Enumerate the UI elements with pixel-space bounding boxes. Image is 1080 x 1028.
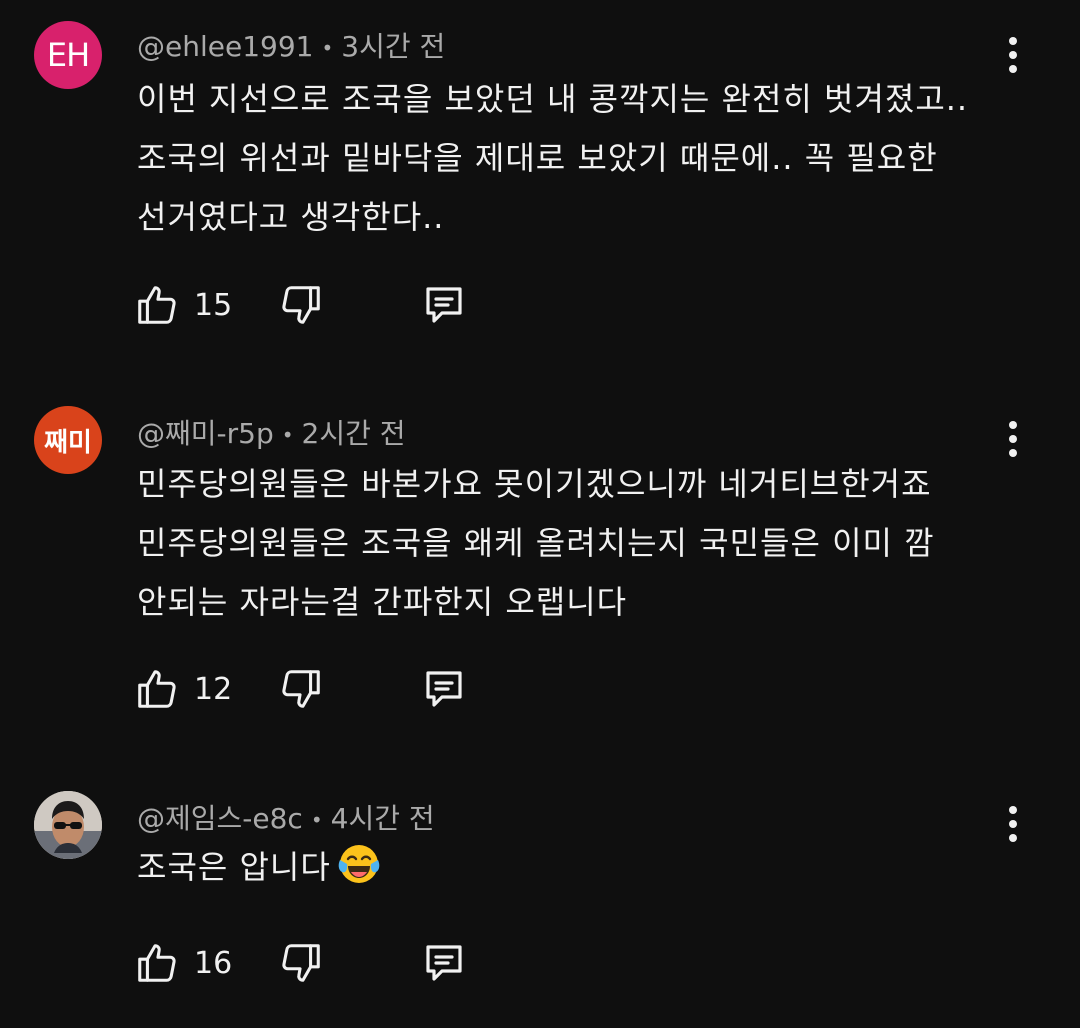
more-vert-icon	[1009, 806, 1017, 814]
reply-button[interactable]	[420, 939, 468, 987]
avatar[interactable]: 째미	[34, 406, 102, 474]
author-handle[interactable]: @ehlee1991	[137, 30, 313, 63]
dislike-button[interactable]	[278, 666, 324, 712]
more-vert-icon-dot	[1009, 435, 1017, 443]
comment-line: 조국의 위선과 밑바닥을 제대로 보았기 때문에.. 꼭 필요한	[137, 139, 938, 177]
dislike-button[interactable]	[278, 282, 324, 328]
avatar-photo-icon	[34, 791, 102, 859]
comment-line: 조국은 압니다	[137, 838, 987, 897]
avatar-initials: EH	[46, 36, 90, 74]
thumbs-down-icon	[282, 286, 320, 324]
comment-meta: @제임스-e8c • 4시간 전	[137, 797, 435, 837]
face-with-tears-of-joy-icon	[338, 845, 380, 883]
like-button[interactable]: 12	[134, 666, 278, 712]
comment-line-text: 조국은 압니다	[137, 848, 331, 886]
avatar[interactable]: EH	[34, 21, 102, 89]
more-vert-icon-dot	[1009, 65, 1017, 73]
more-options-button[interactable]	[996, 415, 1030, 463]
comment-meta: @ehlee1991 • 3시간 전	[137, 25, 445, 65]
comment-actions: 12	[134, 664, 468, 714]
more-vert-icon-dot	[1009, 834, 1017, 842]
comment-line: 이번 지선으로 조국을 보았던 내 콩깍지는 완전히 벗겨졌고..	[137, 80, 969, 118]
separator-dot: •	[281, 423, 294, 447]
thumbs-up-icon	[138, 286, 176, 324]
reply-icon	[426, 945, 462, 981]
timestamp[interactable]: 2시간 전	[302, 417, 406, 450]
more-options-button[interactable]	[996, 31, 1030, 79]
more-vert-icon-dot	[1009, 449, 1017, 457]
like-count: 16	[194, 945, 233, 981]
separator-dot: •	[321, 36, 334, 60]
reply-icon	[426, 287, 462, 323]
thumbs-up-icon	[138, 670, 176, 708]
comment-line: 선거였다고 생각한다..	[137, 198, 445, 236]
more-vert-icon	[1009, 37, 1017, 45]
more-vert-icon-dot	[1009, 820, 1017, 828]
more-vert-icon	[1009, 421, 1017, 429]
comment-actions: 16	[134, 938, 468, 988]
dislike-button[interactable]	[278, 940, 324, 986]
separator-dot: •	[310, 808, 323, 832]
thumbs-down-icon	[282, 670, 320, 708]
comment-text: 민주당의원들은 바본가요 못이기겠으니까 네거티브한거죠 민주당의원들은 조국을…	[137, 455, 987, 632]
avatar-initials: 째미	[44, 427, 92, 458]
thumbs-up-icon	[138, 944, 176, 982]
comment-meta: @째미-r5p • 2시간 전	[137, 412, 406, 452]
like-button[interactable]: 15	[134, 282, 278, 328]
avatar[interactable]	[34, 791, 102, 859]
author-handle[interactable]: @제임스-e8c	[137, 802, 303, 835]
comment-text: 조국은 압니다	[137, 838, 987, 897]
more-vert-icon-dot	[1009, 51, 1017, 59]
reply-icon	[426, 671, 462, 707]
reply-button[interactable]	[420, 665, 468, 713]
comment-actions: 15	[134, 280, 468, 330]
comment-line: 민주당의원들은 조국을 왜케 올려치는지 국민들은 이미 깜	[137, 524, 935, 562]
more-options-button[interactable]	[996, 800, 1030, 848]
author-handle[interactable]: @째미-r5p	[137, 417, 274, 450]
timestamp[interactable]: 4시간 전	[331, 802, 435, 835]
timestamp[interactable]: 3시간 전	[341, 30, 445, 63]
comment-line: 안되는 자라는걸 간파한지 오랩니다	[137, 583, 628, 621]
comment-text: 이번 지선으로 조국을 보았던 내 콩깍지는 완전히 벗겨졌고.. 조국의 위선…	[137, 70, 987, 247]
comment-line: 민주당의원들은 바본가요 못이기겠으니까 네거티브한거죠	[137, 465, 932, 503]
like-button[interactable]: 16	[134, 940, 278, 986]
like-count: 15	[194, 287, 233, 323]
like-count: 12	[194, 671, 233, 707]
reply-button[interactable]	[420, 281, 468, 329]
thumbs-down-icon	[282, 944, 320, 982]
